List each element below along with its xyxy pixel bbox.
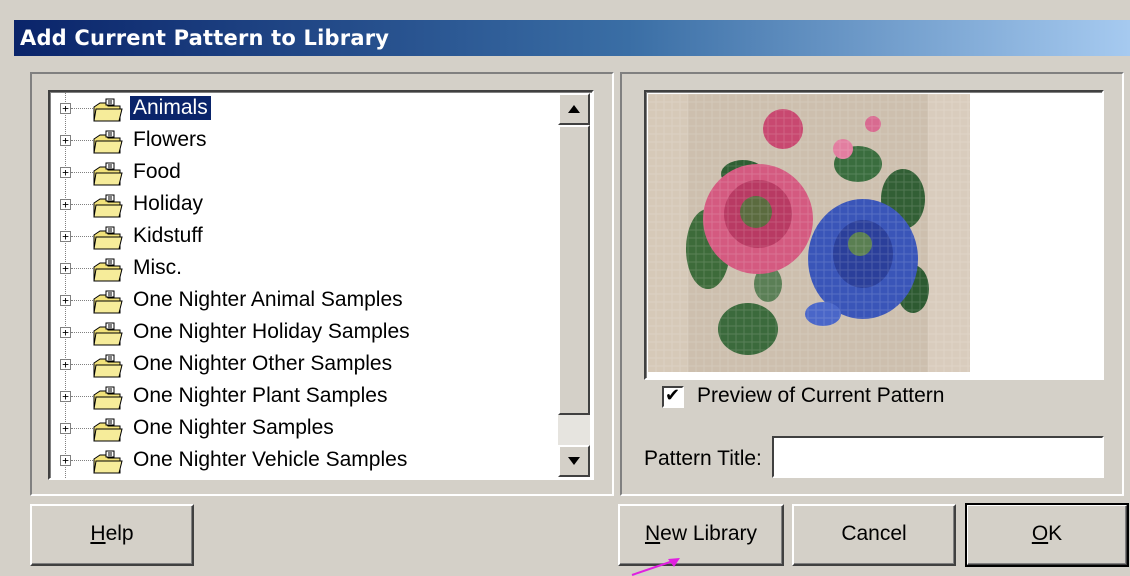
folder-icon [92, 97, 124, 123]
tree-connector [71, 204, 93, 205]
tree-item-label[interactable]: One Nighter Vehicle Samples [130, 448, 410, 472]
pattern-title-label: Pattern Title: [644, 447, 762, 470]
expand-icon[interactable]: + [60, 359, 71, 370]
scroll-down-button[interactable] [558, 445, 590, 477]
folder-icon [92, 321, 124, 347]
tree-item-label[interactable]: Misc. [130, 256, 185, 280]
tree-connector [71, 428, 93, 429]
new-library-label-rest: ew Library [660, 522, 758, 545]
tree-item-label[interactable]: One Nighter Other Samples [130, 352, 395, 376]
scroll-thumb[interactable] [558, 125, 590, 415]
tree-item[interactable]: + One Nighter Vehicle Samples [52, 446, 562, 476]
tree-item[interactable]: + Animals [52, 94, 562, 124]
help-label-rest: elp [105, 522, 134, 545]
folder-icon [92, 289, 124, 315]
folder-icon [92, 225, 124, 251]
tree-item[interactable]: + Food [52, 158, 562, 188]
folder-icon [92, 385, 124, 411]
tree-item[interactable]: + One Nighter Samples [52, 414, 562, 444]
tree-item[interactable]: + Kidstuff [52, 222, 562, 252]
pattern-title-input[interactable] [772, 436, 1104, 478]
dialog-title: Add Current Pattern to Library [20, 26, 390, 50]
expand-icon[interactable]: + [60, 231, 71, 242]
expand-icon[interactable]: + [60, 199, 71, 210]
help-button[interactable]: Help [30, 504, 194, 566]
tree-item-label[interactable]: Animals [129, 95, 212, 121]
preview-checkbox-label[interactable]: Preview of Current Pattern [697, 384, 944, 408]
expand-icon[interactable]: + [60, 295, 71, 306]
folder-icon [92, 417, 124, 443]
new-library-mnemonic: N [644, 522, 661, 545]
tree-connector [71, 332, 93, 333]
tree-item-label[interactable]: One Nighter Samples [130, 416, 337, 440]
tree-connector [71, 140, 93, 141]
expand-icon[interactable]: + [60, 135, 71, 146]
expand-icon[interactable]: + [60, 327, 71, 338]
tree-item-label[interactable]: Food [130, 160, 184, 184]
pattern-preview-image [648, 94, 970, 372]
tree-item-label[interactable]: One Nighter Plant Samples [130, 384, 390, 408]
folder-icon [92, 129, 124, 155]
expand-icon[interactable]: + [60, 263, 71, 274]
tree-item-label[interactable]: One Nighter Holiday Samples [130, 320, 413, 344]
dialog-window: Add Current Pattern to Library + Animals +… [0, 0, 1130, 576]
arrow-down-icon [568, 457, 580, 465]
scroll-up-button[interactable] [558, 93, 590, 125]
library-tree[interactable]: + Animals + Flowers + Food + Holiday + Kidstuff + M… [52, 92, 592, 478]
tree-connector [71, 460, 93, 461]
tree-item-label[interactable]: Flowers [130, 128, 210, 152]
tree-item[interactable]: + Flowers [52, 126, 562, 156]
tree-item-label[interactable]: Holiday [130, 192, 206, 216]
folder-icon [92, 257, 124, 283]
annotation-arrow-icon [631, 558, 680, 576]
tree-item-label[interactable]: Kidstuff [130, 224, 206, 248]
tree-connector [71, 236, 93, 237]
tree-item[interactable]: + Misc. [52, 254, 562, 284]
folder-icon [92, 449, 124, 475]
title-bar[interactable]: Add Current Pattern to Library [14, 20, 1130, 56]
folder-icon [92, 161, 124, 187]
tree-item[interactable]: + One Nighter Plant Samples [52, 382, 562, 412]
folder-icon [92, 193, 124, 219]
ok-mnemonic: O [1031, 522, 1049, 545]
tree-item[interactable]: + One Nighter Holiday Samples [52, 318, 562, 348]
preview-box [644, 90, 1104, 380]
tree-item[interactable]: + Holiday [52, 190, 562, 220]
expand-icon[interactable]: + [60, 423, 71, 434]
expand-icon[interactable]: + [60, 167, 71, 178]
expand-icon[interactable]: + [60, 103, 71, 114]
tree-connector [71, 108, 93, 109]
expand-icon[interactable]: + [60, 391, 71, 402]
cancel-button[interactable]: Cancel [792, 504, 956, 566]
tree-scrollbar[interactable] [558, 93, 590, 477]
checkmark-icon: ✔ [665, 385, 681, 406]
tree-item-label[interactable]: One Nighter Animal Samples [130, 288, 406, 312]
expand-icon[interactable]: + [60, 455, 71, 466]
cancel-label: Cancel [841, 522, 907, 545]
tree-connector [71, 396, 93, 397]
ok-label-rest: K [1048, 522, 1063, 545]
ok-button[interactable]: OK [965, 503, 1129, 567]
arrow-up-icon [568, 105, 580, 113]
tree-connector [71, 300, 93, 301]
tree-connector [71, 172, 93, 173]
folder-icon [92, 353, 124, 379]
tree-connector [71, 268, 93, 269]
tree-item[interactable]: + One Nighter Animal Samples [52, 286, 562, 316]
tree-connector [71, 364, 93, 365]
tree-item[interactable]: + One Nighter Other Samples [52, 350, 562, 380]
help-mnemonic: H [90, 522, 106, 545]
preview-checkbox[interactable]: ✔ [662, 385, 684, 408]
